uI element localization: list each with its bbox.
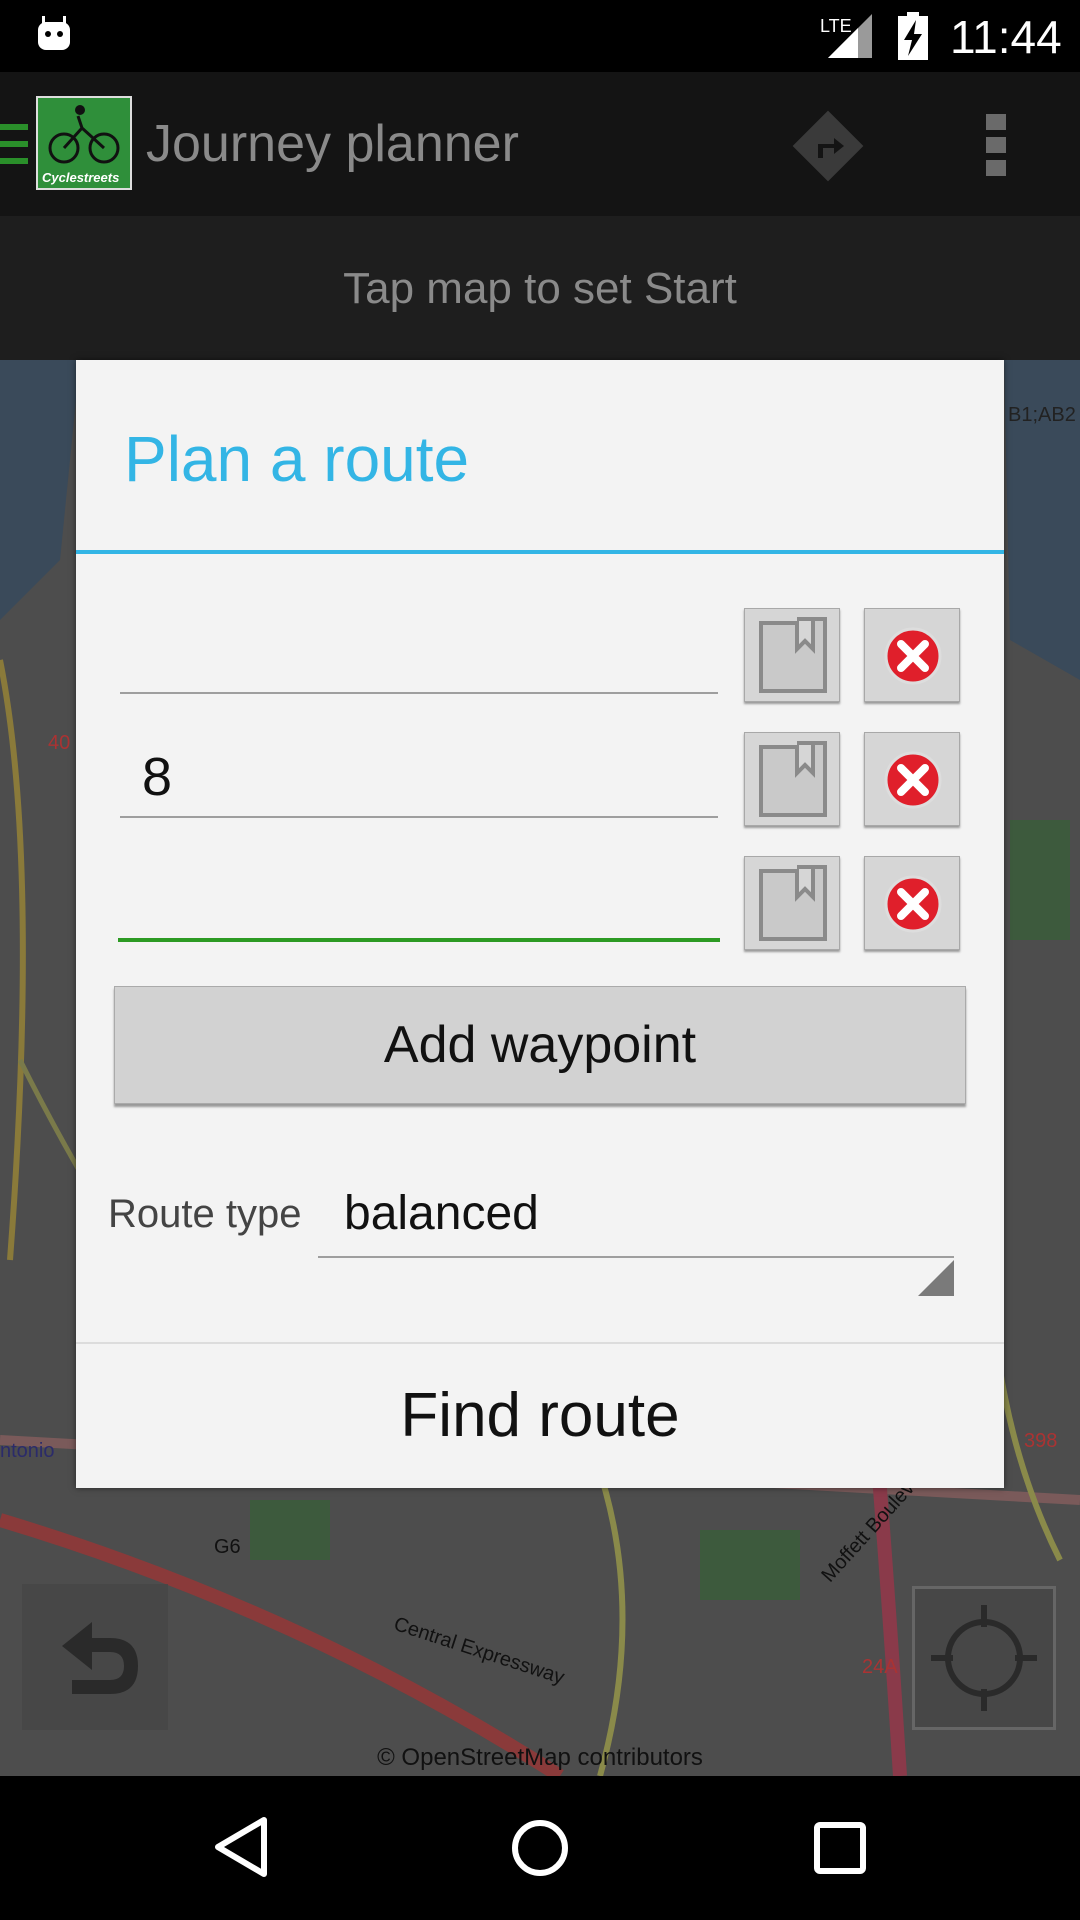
bookmark-button-1[interactable] <box>744 608 840 702</box>
title-divider <box>76 550 1004 554</box>
status-bar: LTE 11:44 <box>0 0 1080 72</box>
app-title: Journey planner <box>146 115 519 173</box>
directions-icon[interactable] <box>790 108 866 184</box>
delete-icon <box>884 751 942 809</box>
overflow-menu-icon[interactable] <box>984 112 1008 178</box>
dialog-title: Plan a route <box>124 423 470 495</box>
cyclestreets-logo[interactable]: Cyclestreets <box>36 96 132 190</box>
clock: 11:44 <box>950 11 1062 63</box>
bookmark-button-3[interactable] <box>744 856 840 950</box>
undo-icon <box>62 1622 138 1694</box>
route-type-label: Route type <box>108 1192 302 1236</box>
map-label-b1-ab2: B1;AB2 <box>1008 404 1076 426</box>
waypoint-input-3[interactable] <box>118 862 720 942</box>
map-label-g6: G6 <box>214 1536 241 1558</box>
map-label-24a: 24A <box>862 1656 898 1678</box>
tap-map-hint: Tap map to set Start <box>343 264 737 313</box>
map-label-40: 40 <box>48 732 71 754</box>
nav-drawer-icon[interactable] <box>0 122 28 166</box>
delete-button-1[interactable] <box>864 608 960 702</box>
waypoint-input-2[interactable] <box>120 738 718 818</box>
lte-signal-icon: LTE <box>820 14 872 58</box>
map-attribution: © OpenStreetMap contributors <box>377 1744 703 1771</box>
delete-button-2[interactable] <box>864 732 960 826</box>
find-route-button[interactable]: Find route <box>76 1344 1004 1488</box>
logo-text: Cyclestreets <box>42 170 119 185</box>
my-location-button[interactable] <box>912 1586 1056 1730</box>
bookmark-button-2[interactable] <box>744 732 840 826</box>
bookmark-icon <box>759 617 827 693</box>
map-label-398: 398 <box>1024 1430 1058 1452</box>
locate-icon <box>931 1605 1037 1711</box>
delete-button-3[interactable] <box>864 856 960 950</box>
nav-home-icon[interactable] <box>510 1818 570 1878</box>
delete-icon <box>884 627 942 685</box>
plan-route-dialog: Plan a route 8 Add waypoint Route type b… <box>76 360 1004 1488</box>
bookmark-icon <box>759 741 827 817</box>
android-notification-icon <box>38 16 70 50</box>
spinner-arrow-icon <box>918 1260 954 1296</box>
add-waypoint-button[interactable]: Add waypoint <box>114 986 966 1104</box>
network-type: LTE <box>820 16 852 36</box>
delete-icon <box>884 875 942 933</box>
battery-charging-icon <box>898 12 928 60</box>
bookmark-icon <box>759 865 827 941</box>
nav-back-icon[interactable] <box>212 1816 268 1878</box>
nav-recents-icon[interactable] <box>814 1822 866 1874</box>
waypoint-row-3 <box>76 856 1004 952</box>
route-type-value: balanced <box>344 1187 539 1240</box>
map-label-antonio: ntonio <box>0 1440 55 1462</box>
waypoint-row-1 <box>76 608 1004 704</box>
undo-button[interactable] <box>22 1584 168 1730</box>
waypoint-row-2 <box>76 732 1004 828</box>
waypoint-input-1[interactable] <box>120 614 718 694</box>
